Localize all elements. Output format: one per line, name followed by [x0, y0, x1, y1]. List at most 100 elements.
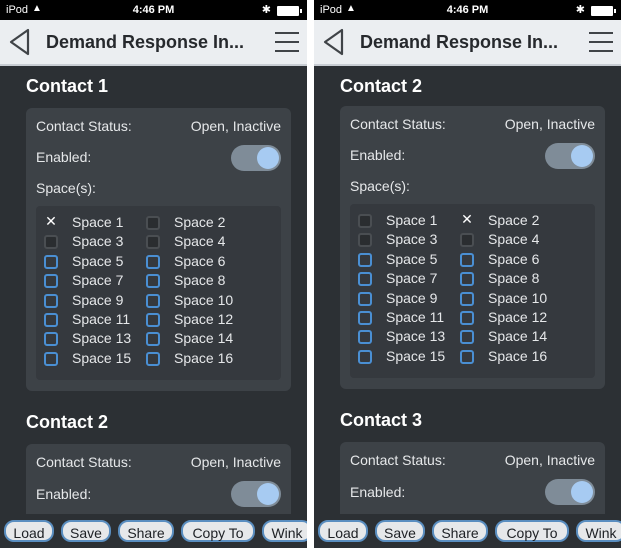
- space-checkbox-item[interactable]: Space 5: [358, 251, 468, 269]
- save-button[interactable]: Save: [375, 520, 425, 542]
- space-checkbox-item[interactable]: Space 9: [44, 292, 154, 310]
- checkbox[interactable]: [44, 351, 58, 366]
- enabled-toggle[interactable]: [545, 143, 595, 169]
- checkbox[interactable]: [358, 291, 372, 306]
- checkbox[interactable]: [460, 291, 474, 306]
- battery-icon: [591, 6, 616, 16]
- checkbox-disabled[interactable]: [358, 233, 372, 248]
- checked-icon[interactable]: ✕: [460, 212, 474, 226]
- space-checkbox-item[interactable]: Space 15: [358, 348, 468, 366]
- checkbox[interactable]: [146, 351, 160, 366]
- space-checkbox-item[interactable]: Space 2: [146, 214, 256, 232]
- load-button[interactable]: Load: [4, 520, 54, 542]
- space-checkbox-item[interactable]: Space 12: [460, 309, 570, 327]
- checkbox[interactable]: [358, 330, 372, 345]
- enabled-label: Enabled:: [36, 149, 92, 165]
- space-checkbox-item[interactable]: ✕ Space 1: [44, 214, 154, 232]
- checkbox[interactable]: [460, 252, 474, 267]
- scroll-content[interactable]: Contact 2 Contact Status: Open, Inactive…: [314, 66, 621, 514]
- contact-card: Contact Status: Open, Inactive Enabled:: [340, 442, 605, 514]
- space-label: Space 14: [174, 330, 234, 347]
- space-checkbox-item[interactable]: Space 9: [358, 290, 468, 308]
- space-checkbox-item[interactable]: Space 6: [460, 251, 570, 269]
- space-checkbox-item[interactable]: Space 12: [146, 311, 256, 329]
- space-checkbox-item[interactable]: Space 8: [460, 270, 570, 288]
- checkbox[interactable]: [44, 332, 58, 347]
- space-checkbox-item[interactable]: Space 4: [146, 233, 256, 251]
- space-checkbox-item[interactable]: Space 14: [146, 330, 256, 348]
- space-checkbox-item[interactable]: Space 14: [460, 328, 570, 346]
- menu-icon[interactable]: [275, 32, 299, 52]
- space-checkbox-item[interactable]: Space 6: [146, 253, 256, 271]
- space-checkbox-item[interactable]: Space 13: [44, 330, 154, 348]
- checkbox[interactable]: [358, 349, 372, 364]
- checkbox[interactable]: [44, 293, 58, 308]
- checkbox[interactable]: [460, 330, 474, 345]
- space-checkbox-item[interactable]: Space 11: [358, 309, 468, 327]
- checkbox-disabled[interactable]: [358, 214, 372, 228]
- space-checkbox-item[interactable]: Space 16: [460, 348, 570, 366]
- share-button[interactable]: Share: [432, 520, 488, 542]
- copy-to-button[interactable]: Copy To: [181, 520, 255, 542]
- checkbox[interactable]: [146, 254, 160, 269]
- wink-button[interactable]: Wink: [262, 520, 307, 542]
- load-button[interactable]: Load: [318, 520, 368, 542]
- page-title: Demand Response In...: [46, 32, 245, 52]
- menu-icon[interactable]: [589, 32, 613, 52]
- space-checkbox-item[interactable]: Space 10: [460, 290, 570, 308]
- space-checkbox-item[interactable]: Space 8: [146, 272, 256, 290]
- space-label: Space 2: [174, 214, 226, 230]
- space-checkbox-item[interactable]: Space 15: [44, 350, 154, 368]
- checkbox[interactable]: [44, 254, 58, 269]
- spaces-label: Space(s):: [36, 180, 96, 196]
- checkbox[interactable]: [358, 272, 372, 287]
- space-checkbox-item[interactable]: Space 11: [44, 311, 154, 329]
- wink-button[interactable]: Wink: [576, 520, 621, 542]
- space-label: Space 1: [386, 212, 438, 228]
- space-checkbox-item[interactable]: Space 3: [358, 231, 468, 249]
- space-label: Space 14: [488, 328, 548, 345]
- space-checkbox-item[interactable]: Space 5: [44, 253, 154, 271]
- space-label: Space 4: [488, 231, 540, 248]
- space-checkbox-item[interactable]: Space 3: [44, 233, 154, 251]
- checkbox[interactable]: [460, 272, 474, 287]
- share-button[interactable]: Share: [118, 520, 174, 542]
- checkbox-disabled[interactable]: [146, 216, 160, 230]
- checkbox[interactable]: [146, 313, 160, 327]
- checkbox[interactable]: [146, 332, 160, 347]
- space-checkbox-item[interactable]: Space 4: [460, 231, 570, 249]
- space-label: Space 6: [174, 252, 226, 269]
- save-button[interactable]: Save: [61, 520, 111, 542]
- checkbox[interactable]: [146, 274, 160, 289]
- checkbox[interactable]: [44, 274, 58, 289]
- space-checkbox-item[interactable]: Space 7: [44, 272, 154, 290]
- space-checkbox-item[interactable]: Space 13: [358, 328, 468, 346]
- checkbox-disabled[interactable]: [460, 233, 474, 248]
- enabled-toggle[interactable]: [231, 145, 281, 171]
- space-label: Space 1: [72, 214, 124, 230]
- checked-icon[interactable]: ✕: [44, 214, 58, 228]
- checkbox[interactable]: [358, 252, 372, 267]
- scroll-content[interactable]: Contact 1 Contact Status: Open, Inactive…: [0, 66, 307, 514]
- checkbox-disabled[interactable]: [44, 235, 58, 250]
- checkbox-disabled[interactable]: [146, 235, 160, 250]
- contact-status-value: Open, Inactive: [190, 118, 281, 134]
- copy-to-button[interactable]: Copy To: [495, 520, 569, 542]
- space-checkbox-item[interactable]: Space 7: [358, 270, 468, 288]
- contact-status-label: Contact Status:: [36, 454, 132, 470]
- checkbox[interactable]: [358, 311, 372, 325]
- space-checkbox-item[interactable]: Space 16: [146, 350, 256, 368]
- enabled-toggle[interactable]: [231, 481, 281, 507]
- checkbox[interactable]: [146, 293, 160, 308]
- back-icon[interactable]: [322, 28, 346, 56]
- back-icon[interactable]: [8, 28, 32, 56]
- space-checkbox-item[interactable]: Space 10: [146, 292, 256, 310]
- space-checkbox-item[interactable]: ✕ Space 2: [460, 212, 570, 230]
- space-checkbox-item[interactable]: Space 1: [358, 212, 468, 230]
- checkbox[interactable]: [44, 313, 58, 327]
- bluetooth-icon: ✱: [575, 4, 585, 16]
- spaces-list: Space 1 ✕ Space 2 Space 3 Space 4 Space 5 Spac…: [350, 204, 595, 378]
- checkbox[interactable]: [460, 349, 474, 364]
- checkbox[interactable]: [460, 311, 474, 325]
- enabled-toggle[interactable]: [545, 479, 595, 505]
